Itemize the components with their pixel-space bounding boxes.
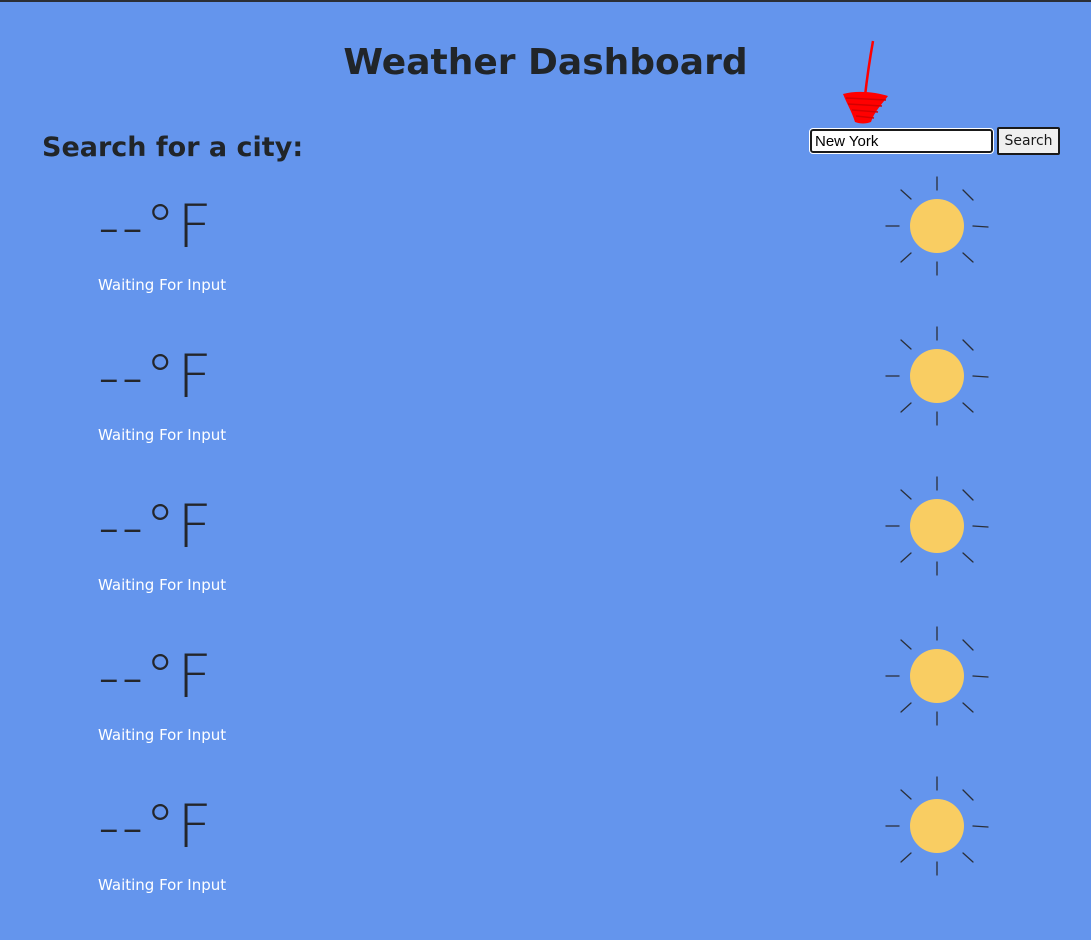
forecast-card: --°F Waiting For Input	[0, 476, 1091, 640]
forecast-card: --°F Waiting For Input	[0, 776, 1091, 940]
weather-status: Waiting For Input	[98, 876, 227, 894]
sun-icon	[885, 176, 989, 276]
search-button[interactable]: Search	[997, 127, 1060, 155]
temperature-value: --°F	[98, 792, 214, 862]
city-search-input[interactable]	[809, 128, 994, 154]
search-form: Search	[809, 127, 1060, 155]
weather-status: Waiting For Input	[98, 426, 227, 444]
page-title: Weather Dashboard	[343, 42, 748, 83]
annotation-arrow-icon	[843, 40, 888, 124]
weather-status: Waiting For Input	[98, 276, 227, 294]
temperature-value: --°F	[98, 492, 214, 562]
temperature-value: --°F	[98, 642, 214, 712]
sun-icon	[885, 776, 989, 876]
forecast-card: --°F Waiting For Input	[0, 626, 1091, 790]
sun-icon	[885, 476, 989, 576]
sun-icon	[885, 326, 989, 426]
sun-icon	[885, 626, 989, 726]
forecast-card: --°F Waiting For Input	[0, 326, 1091, 490]
weather-status: Waiting For Input	[98, 726, 227, 744]
temperature-value: --°F	[98, 342, 214, 412]
forecast-card: --°F Waiting For Input	[0, 176, 1091, 340]
window-top-border	[0, 0, 1091, 2]
search-label: Search for a city:	[42, 132, 304, 163]
weather-status: Waiting For Input	[98, 576, 227, 594]
temperature-value: --°F	[98, 192, 214, 262]
